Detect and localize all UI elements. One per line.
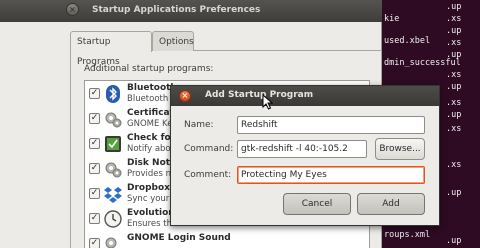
terminal-line: .up — [446, 82, 462, 92]
clock-icon — [103, 209, 123, 229]
terminal-line: .xs — [446, 38, 462, 48]
add-startup-program-dialog: × Add Startup Program Name: Redshift Com… — [170, 85, 440, 226]
close-icon[interactable]: × — [66, 3, 79, 16]
name-field[interactable]: Redshift — [237, 116, 425, 134]
update-icon — [103, 134, 123, 154]
dropbox-icon — [103, 184, 123, 204]
program-desc: Notify abo — [127, 144, 171, 154]
terminal-line: kie — [384, 14, 400, 24]
terminal-line: .up — [446, 236, 462, 246]
dialog-title: Add Startup Program — [205, 90, 314, 100]
terminal-line: .xs — [446, 160, 462, 170]
window-title: Startup Applications Preferences — [92, 5, 261, 15]
gears-icon — [103, 109, 123, 129]
main-titlebar[interactable]: × Startup Applications Preferences — [0, 0, 382, 22]
enable-checkbox[interactable]: ✓ — [89, 188, 100, 199]
add-button[interactable]: Add — [357, 193, 425, 215]
list-item[interactable]: ✓ GNOME Login Sound — [85, 231, 369, 248]
terminal-line: roups.xml — [384, 230, 431, 240]
terminal-line: .xs — [446, 98, 462, 108]
gears-icon — [103, 159, 123, 179]
dialog-titlebar[interactable]: × Add Startup Program — [171, 86, 439, 106]
terminal-line: dmin_successful — [384, 58, 461, 68]
bluetooth-icon — [103, 84, 123, 104]
program-desc: Sync your — [127, 194, 170, 204]
program-name: GNOME Login Sound — [127, 233, 231, 243]
enable-checkbox[interactable]: ✓ — [89, 163, 100, 174]
terminal-line: .xs — [446, 124, 462, 134]
command-label: Command: — [184, 144, 234, 154]
program-name: Dropbox — [127, 183, 170, 193]
name-label: Name: — [184, 120, 214, 130]
comment-label: Comment: — [184, 170, 232, 180]
browse-button[interactable]: Browse... — [375, 138, 425, 160]
enable-checkbox[interactable]: ✓ — [89, 238, 100, 248]
enable-checkbox[interactable]: ✓ — [89, 88, 100, 99]
mouse-pointer-icon — [262, 93, 274, 110]
enable-checkbox[interactable]: ✓ — [89, 213, 100, 224]
gears-icon — [103, 234, 123, 248]
enable-checkbox[interactable]: ✓ — [89, 138, 100, 149]
terminal-line: .xs — [446, 70, 462, 80]
terminal-line: .up — [446, 110, 462, 120]
terminal-line: used.xbel — [384, 36, 431, 46]
program-name: Evolution — [127, 208, 175, 218]
program-name: Check for — [127, 133, 176, 143]
terminal-line: .up — [446, 188, 462, 198]
program-desc: Bluetooth — [127, 94, 169, 104]
comment-field[interactable]: Protecting My Eyes — [237, 166, 425, 184]
terminal-line: .up — [446, 2, 462, 12]
program-desc: Provides n — [127, 169, 172, 179]
terminal-line: .up — [446, 26, 462, 36]
cancel-button[interactable]: Cancel — [283, 193, 351, 215]
program-desc: GNOME Ke — [127, 119, 173, 129]
terminal-line: .xs — [446, 14, 462, 24]
tab-startup-programs[interactable]: Startup Programs — [70, 31, 152, 67]
command-field[interactable]: gtk-redshift -l 40:-105.2 — [237, 140, 367, 158]
enable-checkbox[interactable]: ✓ — [89, 113, 100, 124]
close-icon[interactable]: × — [179, 90, 191, 102]
tab-options[interactable]: Options — [152, 31, 194, 51]
